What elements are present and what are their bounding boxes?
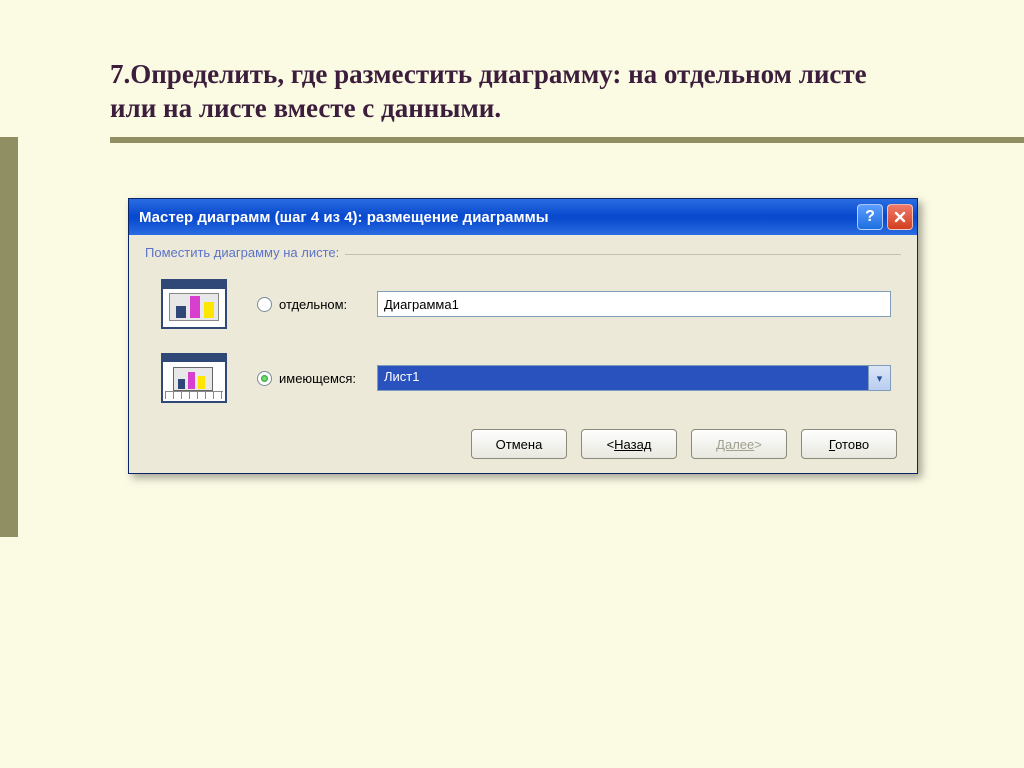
- radio-existing-sheet-label: имеющемся:: [279, 371, 356, 386]
- next-button: Далее >: [691, 429, 787, 459]
- next-button-label: Далее: [716, 437, 754, 452]
- group-label: Поместить диаграмму на листе:: [145, 245, 345, 260]
- radio-new-sheet-label: отдельном:: [279, 297, 347, 312]
- radio-icon: [257, 297, 272, 312]
- existing-sheet-select[interactable]: Лист1 ▾: [377, 365, 891, 391]
- side-accent-bar: [0, 137, 18, 537]
- existing-sheet-selected: Лист1: [378, 366, 868, 390]
- radio-existing-sheet[interactable]: имеющемся:: [257, 371, 377, 386]
- close-icon: [894, 211, 906, 223]
- button-bar: Отмена < Назад Далее > Готово: [145, 421, 901, 459]
- help-button[interactable]: ?: [857, 204, 883, 230]
- placement-group: Поместить диаграмму на листе:: [145, 247, 901, 421]
- cancel-button[interactable]: Отмена: [471, 429, 567, 459]
- existing-sheet-icon: [161, 353, 227, 403]
- dialog-body: Поместить диаграмму на листе:: [129, 235, 917, 473]
- new-sheet-icon: [161, 279, 227, 329]
- slide-heading: 7.Определить, где разместить диаграмму: …: [110, 58, 870, 126]
- titlebar[interactable]: Мастер диаграмм (шаг 4 из 4): размещение…: [129, 199, 917, 235]
- back-button-label: Назад: [614, 437, 651, 452]
- row-existing-sheet: имеющемся: Лист1 ▾: [149, 353, 897, 403]
- row-new-sheet: отдельном:: [149, 279, 897, 329]
- radio-icon: [257, 371, 272, 386]
- chart-wizard-dialog: Мастер диаграмм (шаг 4 из 4): размещение…: [128, 198, 918, 474]
- back-button[interactable]: < Назад: [581, 429, 677, 459]
- window-title: Мастер диаграмм (шаг 4 из 4): размещение…: [139, 209, 853, 226]
- chevron-down-icon[interactable]: ▾: [868, 366, 890, 390]
- close-button[interactable]: [887, 204, 913, 230]
- finish-button[interactable]: Готово: [801, 429, 897, 459]
- heading-underline: [110, 137, 1024, 143]
- new-sheet-name-input[interactable]: [377, 291, 891, 317]
- slide: 7.Определить, где разместить диаграмму: …: [0, 0, 1024, 768]
- radio-new-sheet[interactable]: отдельном:: [257, 297, 377, 312]
